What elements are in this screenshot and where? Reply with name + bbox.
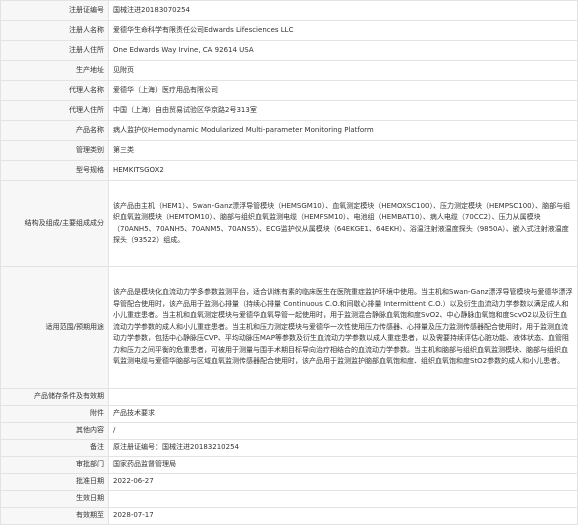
row-remarks: 备注 原注册证编号：国械注进20183210254 — [0, 439, 578, 457]
field-label: 批准日期 — [0, 473, 109, 491]
row-registration-number: 注册证编号 国械注进20183070254 — [0, 0, 578, 21]
row-storage-conditions: 产品储存条件及有效期 — [0, 388, 578, 406]
field-value: 原注册证编号：国械注进20183210254 — [108, 439, 578, 457]
field-label: 注册人名称 — [0, 20, 109, 41]
field-label: 有效期至 — [0, 507, 109, 525]
row-agent-name: 代理人名称 爱德华（上海）医疗用品有限公司 — [0, 80, 578, 101]
field-value: One Edwards Way Irvine, CA 92614 USA — [108, 40, 578, 61]
field-label: 审批部门 — [0, 456, 109, 474]
field-value: 第三类 — [108, 140, 578, 161]
field-label: 备注 — [0, 439, 109, 457]
field-label: 适用范围/预期用途 — [0, 266, 109, 389]
field-label: 管理类别 — [0, 140, 109, 161]
row-agent-address: 代理人住所 中国（上海）自由贸易试验区华京路2号313室 — [0, 100, 578, 121]
row-effective-date: 生效日期 — [0, 490, 578, 508]
field-value — [108, 490, 578, 508]
field-label: 注册人住所 — [0, 40, 109, 61]
row-attachments: 附件 产品技术要求 — [0, 405, 578, 423]
row-structure-composition: 结构及组成/主要组成成分 该产品由主机（HEM1）、Swan-Ganz漂浮导管模… — [0, 180, 578, 267]
row-registrant-name: 注册人名称 爱德华生命科学有限责任公司Edwards Lifesciences … — [0, 20, 578, 41]
field-value: 该产品是模块化血流动力学多参数监测平台，适合训练有素的临床医生在医院重症监护环境… — [108, 266, 578, 389]
row-valid-until: 有效期至 2028-07-17 — [0, 507, 578, 525]
row-model-spec: 型号规格 HEMKITSGOX2 — [0, 160, 578, 181]
field-value: 2022-06-27 — [108, 473, 578, 491]
field-value: 该产品由主机（HEM1）、Swan-Ganz漂浮导管模块（HEMSGM10）、血… — [108, 180, 578, 267]
field-label: 产品储存条件及有效期 — [0, 388, 109, 406]
field-label: 生效日期 — [0, 490, 109, 508]
field-value: 见附页 — [108, 60, 578, 81]
field-value — [108, 388, 578, 406]
field-label: 结构及组成/主要组成成分 — [0, 180, 109, 267]
row-management-category: 管理类别 第三类 — [0, 140, 578, 161]
field-label: 其他内容 — [0, 422, 109, 440]
field-value: 病人监护仪Hemodynamic Modularized Multi-param… — [108, 120, 578, 141]
row-registrant-address: 注册人住所 One Edwards Way Irvine, CA 92614 U… — [0, 40, 578, 61]
row-approval-date: 批准日期 2022-06-27 — [0, 473, 578, 491]
field-label: 注册证编号 — [0, 0, 109, 21]
row-other-content: 其他内容 / — [0, 422, 578, 440]
field-value: 爱德华生命科学有限责任公司Edwards Lifesciences LLC — [108, 20, 578, 41]
field-value: 2028-07-17 — [108, 507, 578, 525]
row-product-name: 产品名称 病人监护仪Hemodynamic Modularized Multi-… — [0, 120, 578, 141]
field-label: 代理人住所 — [0, 100, 109, 121]
field-value: 中国（上海）自由贸易试验区华京路2号313室 — [108, 100, 578, 121]
row-intended-use: 适用范围/预期用途 该产品是模块化血流动力学多参数监测平台，适合训练有素的临床医… — [0, 266, 578, 389]
row-approval-department: 审批部门 国家药品监督管理局 — [0, 456, 578, 474]
field-value: 国家药品监督管理局 — [108, 456, 578, 474]
field-label: 附件 — [0, 405, 109, 423]
field-label: 生产地址 — [0, 60, 109, 81]
field-value: / — [108, 422, 578, 440]
row-production-address: 生产地址 见附页 — [0, 60, 578, 81]
field-value: 国械注进20183070254 — [108, 0, 578, 21]
registration-table: 注册证编号 国械注进20183070254 注册人名称 爱德华生命科学有限责任公… — [0, 0, 578, 525]
field-value: HEMKITSGOX2 — [108, 160, 578, 181]
field-label: 型号规格 — [0, 160, 109, 181]
field-value: 产品技术要求 — [108, 405, 578, 423]
field-value: 爱德华（上海）医疗用品有限公司 — [108, 80, 578, 101]
field-label: 产品名称 — [0, 120, 109, 141]
field-label: 代理人名称 — [0, 80, 109, 101]
